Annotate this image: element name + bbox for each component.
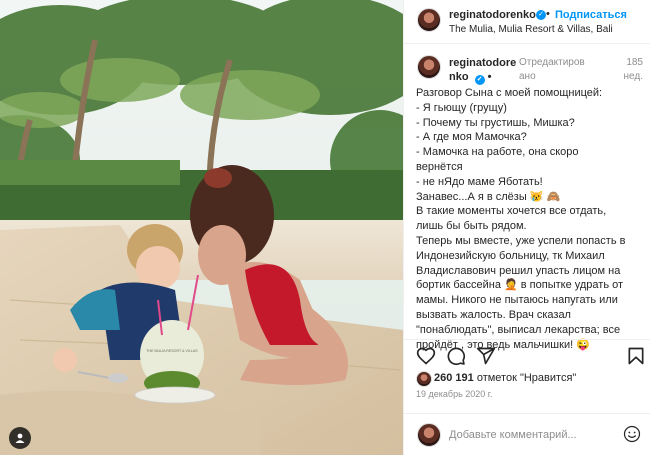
- comment-input[interactable]: [449, 426, 614, 444]
- send-icon[interactable]: [476, 346, 496, 366]
- edited-line-1: Отредактиров: [519, 57, 585, 68]
- post-side-panel: reginatodorenko ✓ • Подписаться The Muli…: [403, 0, 650, 455]
- separator-dot: •: [546, 8, 550, 20]
- caption-line: вернётся: [416, 160, 463, 173]
- caption-author-avatar[interactable]: [417, 55, 441, 79]
- tagged-people-button[interactable]: [9, 427, 31, 449]
- post-photo[interactable]: THE MULIA RESORT & VILLAS: [0, 0, 403, 455]
- user-icon: [15, 433, 25, 443]
- caption-line: В такие моменты хочется все отдать,: [416, 205, 607, 218]
- current-user-avatar: [417, 423, 441, 447]
- caption-line: лишь бы быть рядом.: [416, 220, 527, 233]
- verified-badge-icon: ✓: [474, 75, 485, 85]
- heart-icon[interactable]: [416, 346, 436, 366]
- comment-bar: [404, 413, 650, 456]
- caption-username-line-1: reginatodore: [449, 57, 517, 69]
- edited-line-2: ано: [519, 71, 536, 82]
- photo-illustration: THE MULIA RESORT & VILLAS: [0, 0, 403, 455]
- caption-line: - Мамочка на работе, она скоро: [416, 146, 579, 159]
- caption-line: Теперь мы вместе, уже успели попасть в: [416, 234, 626, 247]
- post-date: 19 декабрь 2020 г.: [416, 389, 493, 399]
- author-username[interactable]: reginatodorenko: [449, 9, 536, 21]
- caption-text: Разговор Сына с моей помощницей: - Я гьющ…: [416, 86, 648, 352]
- follow-button[interactable]: Подписаться: [555, 9, 627, 21]
- post-age-number: 185: [626, 57, 643, 68]
- author-avatar[interactable]: [417, 8, 441, 32]
- caption-line: Индонезийскую больницу, тк Михаил: [416, 249, 605, 262]
- edited-label: Отредактиров ано: [519, 56, 585, 84]
- smiley-icon[interactable]: [623, 425, 641, 443]
- caption-line: Занавес...А я в слёзы 😿 🙈: [416, 190, 561, 203]
- caption-line: вызвать жалость. Врач сказал: [416, 308, 571, 321]
- comment-icon[interactable]: [446, 346, 466, 366]
- caption-line: - А где моя Мамочка?: [416, 131, 527, 144]
- caption-line: мамы. Никого не пытаюсь напугать или: [416, 294, 618, 307]
- post-age[interactable]: 185 нед.: [611, 56, 643, 84]
- caption-author-username[interactable]: reginatodore nko ✓ •: [449, 56, 517, 85]
- caption-line: - Я гьющу (грущу): [416, 101, 507, 114]
- likes-count: 260 191: [434, 372, 474, 384]
- caption-line: Владиславович решил упасть лицом на: [416, 264, 621, 277]
- verified-badge-icon: ✓: [536, 10, 546, 20]
- bookmark-icon[interactable]: [626, 346, 646, 366]
- coconut-label: THE MULIA RESORT & VILLAS: [146, 349, 198, 353]
- likes-label: отметок "Нравится": [476, 372, 577, 384]
- caption-username-line-2: nko: [449, 71, 469, 83]
- liker-avatar: [416, 371, 432, 387]
- caption-line: - не нЯдо маме Яботать!: [416, 175, 543, 188]
- action-bar: [404, 339, 650, 372]
- location-link[interactable]: The Mulia, Mulia Resort & Villas, Bali: [449, 24, 613, 35]
- caption-line: Разговор Сына с моей помощницей:: [416, 87, 603, 99]
- caption-line: "понаблюдать", выписал лекарства; все: [416, 323, 621, 336]
- caption-line: бортик бассейна 🤦 в попытке удрать от: [416, 279, 624, 292]
- post-age-unit: нед.: [623, 71, 643, 82]
- post-header: reginatodorenko ✓ • Подписаться The Muli…: [404, 0, 650, 44]
- caption-line: - Почему ты грустишь, Мишка?: [416, 116, 575, 129]
- likes-summary[interactable]: 260 191 отметок "Нравится": [416, 371, 646, 387]
